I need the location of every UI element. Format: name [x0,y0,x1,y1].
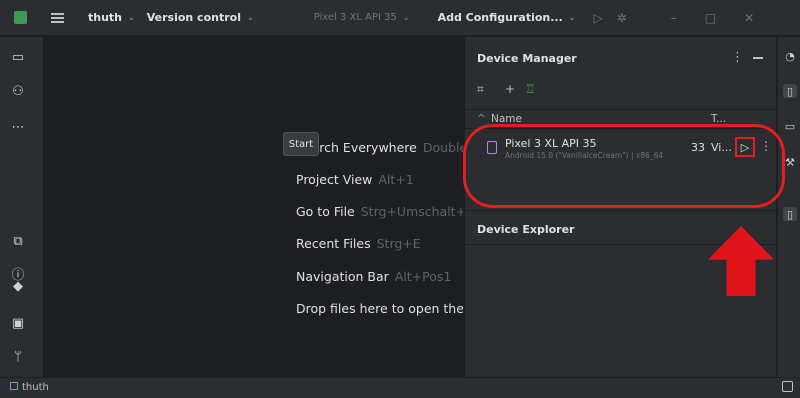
panel-options-icon[interactable]: ⋮ [731,50,744,65]
chevron-down-icon: ⌄ [402,13,410,22]
hint-label: Navigation Bar [296,269,389,284]
structure-icon[interactable]: ⚇ [10,83,26,99]
maximize-icon[interactable]: □ [705,11,716,25]
hide-panel-icon[interactable] [753,57,763,59]
notifications-icon[interactable]: ◔ [783,49,797,63]
hint-shortcut: Strg+E [376,236,421,251]
run-config-label: Add Configuration... [437,11,563,24]
project-name: thuth [88,11,123,24]
terminal-icon[interactable]: ▣ [10,315,26,331]
close-icon[interactable]: ✕ [744,11,754,25]
debug-icon[interactable]: ✲ [617,11,627,25]
divider [465,210,777,211]
hint-shortcut: Alt+Pos1 [394,269,452,284]
device-manager-icon[interactable]: ▯ [783,84,797,98]
pair-devices-icon[interactable]: ⌗ [477,82,484,97]
chevron-down-icon: ⌄ [128,13,135,22]
hint-navigation-bar: Navigation Bar Alt+Pos1 [296,269,463,284]
android-studio-logo-icon [14,11,27,24]
vcs-selector[interactable]: Version control ⌄ [147,11,254,24]
hint-label: Project View [296,172,373,187]
build-variants-icon[interactable]: ⧉ [10,233,26,249]
hint-label: Recent Files [296,236,371,251]
run-icon[interactable]: ▷ [594,11,603,25]
gemini-icon[interactable]: ◆ [10,278,26,294]
hint-shortcut: Strg+Umschalt+N [360,204,463,219]
chevron-down-icon: ⌄ [568,13,576,22]
hint-project-view: Project View Alt+1 [296,172,463,187]
chevron-down-icon: ⌄ [246,13,254,22]
project-selector[interactable]: thuth ⌄ [88,11,135,24]
title-bar: thuth ⌄ Version control ⌄ Pixel 3 XL API… [0,0,800,36]
hint-shortcut: Double Shift [422,140,463,155]
vcs-label: Version control [146,11,241,24]
device-manager-title: Device Manager [477,52,577,65]
more-tools-icon[interactable]: ⋯ [10,119,26,135]
add-device-icon[interactable]: + [505,82,515,96]
status-widget-icon[interactable] [782,381,793,392]
status-project[interactable]: thuth [10,382,49,393]
left-tool-strip: ▭ ⚇ ⋯ ⧉ ⓘ ◆ ▣ ᛘ [0,37,44,377]
hint-search-everywhere: Search EverywhereDouble Shift [296,140,463,155]
device-explorer-icon[interactable]: ▯ [783,207,797,221]
sort-arrow-icon: ^ [477,113,486,125]
hint-drop-files: Drop files here to open them [296,301,463,316]
project-folder-icon[interactable]: ▭ [10,49,26,65]
editor-empty-area[interactable]: Search EverywhereDouble Shift Project Vi… [45,37,463,377]
android-icon[interactable]: ♖ [525,82,536,96]
main-menu-icon[interactable] [51,12,64,23]
status-bar: thuth [0,377,800,398]
run-config-selector[interactable]: Add Configuration... ⌄ [438,11,576,24]
annotation-oval [463,124,785,208]
hint-recent-files: Recent Files Strg+E [296,236,463,251]
hint-shortcut: Alt+1 [378,172,414,187]
hint-label: Drop files here to open them [296,301,463,316]
device-selector-label: Pixel 3 XL API 35 [313,12,397,23]
running-devices-icon[interactable]: ▭ [783,119,797,133]
git-branch-icon[interactable]: ᛘ [10,349,26,365]
minimize-icon[interactable]: – [671,11,677,25]
right-tool-strip: ◔ ▯ ▭ ⚒ ▯ [777,37,800,377]
device-explorer-title: Device Explorer [477,223,575,236]
hint-go-to-file: Go to File Strg+Umschalt+N [296,204,463,219]
gradle-icon[interactable]: ⚒ [783,155,797,169]
start-tooltip: Start [283,132,319,156]
device-selector[interactable]: Pixel 3 XL API 35 ⌄ [314,12,410,23]
hint-label: Go to File [296,204,355,219]
